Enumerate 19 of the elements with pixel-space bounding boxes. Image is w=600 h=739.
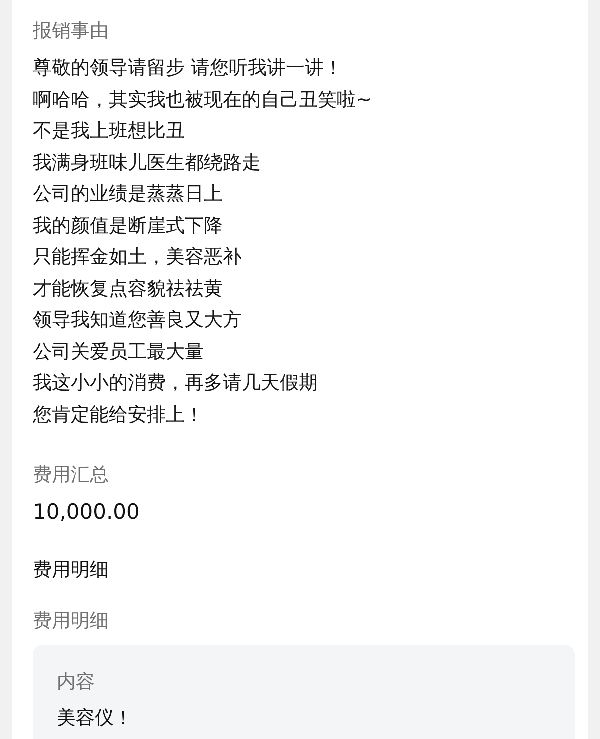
reason-text-line: 领导我知道您善良又大方 xyxy=(33,308,243,333)
field-label: 费用汇总 xyxy=(33,463,110,488)
section-title: 费用明细 xyxy=(33,558,110,583)
reason-text-line: 才能恢复点容貌祛祛黄 xyxy=(33,276,224,302)
reason-text-line: 您肯定能给安排上！ xyxy=(33,402,205,428)
reason-text-line: 只能挥金如土，美容恶补 xyxy=(33,245,243,270)
field-label: 费用明细 xyxy=(33,609,110,634)
field-label: 内容 xyxy=(57,670,96,695)
reason-text-line: 我满身班味儿医生都绕路走 xyxy=(33,150,262,176)
reason-text-line: 公司关爱员工最大量 xyxy=(33,340,205,364)
amount-value: 10,000.00 xyxy=(33,499,141,526)
reason-text-line: 我这小小的消费，再多请几天假期 xyxy=(33,371,319,396)
reason-text-line: 啊哈哈，其实我也被现在的自己丑笑啦~ xyxy=(33,88,373,112)
reason-text-line: 我的颜值是断崖式下降 xyxy=(33,214,224,238)
reason-text-line: 尊敬的领导请留步 请您听我讲一讲！ xyxy=(33,56,344,81)
reason-text-line: 不是我上班想比丑 xyxy=(33,119,186,144)
field-label: 报销事由 xyxy=(33,19,110,44)
field-value: 美容仪！ xyxy=(57,706,134,731)
reason-text-line: 公司的业绩是蒸蒸日上 xyxy=(33,182,224,207)
